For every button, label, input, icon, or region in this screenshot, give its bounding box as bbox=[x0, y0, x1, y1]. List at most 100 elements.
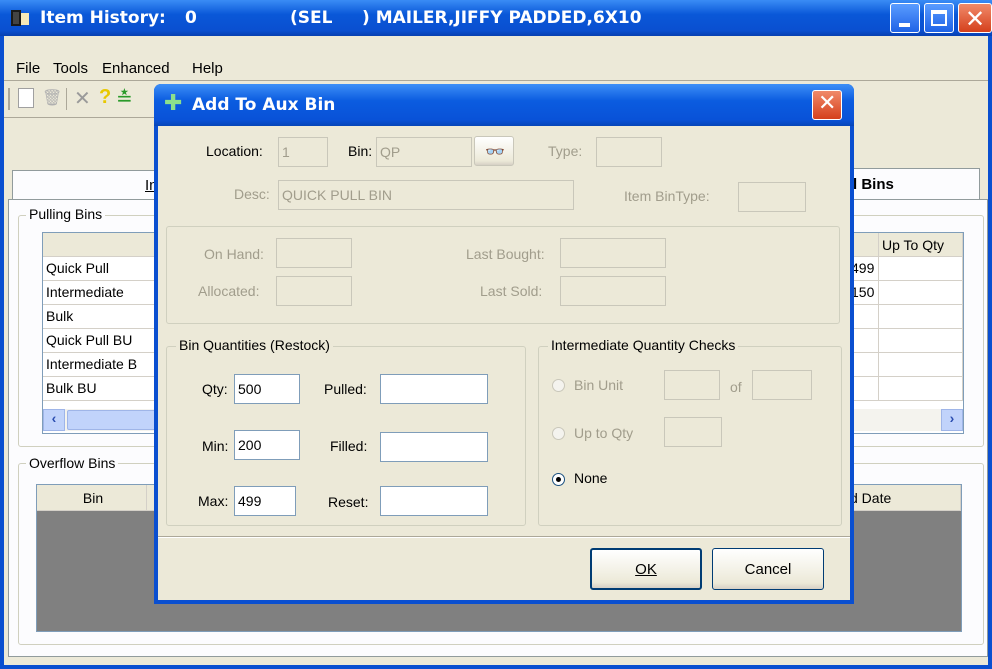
bin-unit-field[interactable] bbox=[664, 370, 720, 400]
bin-field[interactable]: QP bbox=[376, 137, 472, 167]
grid-cell bbox=[879, 353, 963, 377]
grid-cell bbox=[851, 353, 879, 377]
pulled-field[interactable] bbox=[380, 374, 488, 404]
bin-unit-of-field[interactable] bbox=[752, 370, 812, 400]
table-row[interactable]: Quick Pull bbox=[43, 257, 159, 281]
pulled-label: Pulled: bbox=[324, 381, 367, 397]
allocated-label: Allocated: bbox=[198, 283, 260, 299]
up-to-qty-header[interactable]: Up To Qty bbox=[879, 233, 963, 257]
main-title-bar: Item History: 0 (SEL ) MAILER,JIFFY PADD… bbox=[0, 0, 992, 36]
item-bin-type-field[interactable] bbox=[738, 182, 806, 212]
bin-column-header[interactable]: Bin bbox=[37, 485, 147, 511]
window-title-app: Item History: bbox=[40, 8, 166, 28]
new-document-icon[interactable] bbox=[18, 88, 34, 108]
pulling-bins-label: Pulling Bins bbox=[26, 206, 106, 222]
toolbar-separator bbox=[66, 88, 67, 110]
type-field[interactable] bbox=[596, 137, 662, 167]
overflow-bins-label: Overflow Bins bbox=[26, 455, 119, 471]
grid-cell bbox=[879, 257, 963, 281]
up-to-qty-radio[interactable] bbox=[552, 427, 565, 440]
bin-unit-radio[interactable] bbox=[552, 379, 565, 392]
window-frame-bottom bbox=[0, 665, 992, 669]
bin-search-button[interactable]: 👓 bbox=[474, 136, 514, 166]
window-frame bbox=[0, 36, 4, 669]
scroll-right-button[interactable]: › bbox=[941, 409, 963, 431]
ok-button[interactable]: OK bbox=[590, 548, 702, 590]
location-field[interactable]: 1 bbox=[278, 137, 328, 167]
bin-unit-label: Bin Unit bbox=[574, 377, 624, 393]
tree-icon[interactable]: ≛ bbox=[116, 86, 133, 111]
grid-cell bbox=[851, 377, 879, 401]
dialog-close-button[interactable]: ✕ bbox=[812, 90, 842, 120]
tab-aux-bins[interactable]: l Bins bbox=[848, 168, 980, 201]
scroll-thumb[interactable] bbox=[67, 410, 163, 430]
menu-file[interactable]: File bbox=[16, 60, 40, 77]
min-label: Min: bbox=[202, 438, 229, 454]
location-label: Location: bbox=[206, 143, 263, 159]
table-row[interactable]: Quick Pull BU bbox=[43, 329, 159, 353]
cancel-button[interactable]: Cancel bbox=[712, 548, 824, 590]
date-column-header[interactable]: d Date bbox=[847, 485, 961, 511]
qty-label: Qty: bbox=[202, 381, 228, 397]
desc-label: Desc: bbox=[234, 186, 270, 202]
last-sold-label: Last Sold: bbox=[480, 283, 543, 299]
add-icon: ✚ bbox=[164, 91, 183, 116]
filled-label: Filled: bbox=[330, 438, 368, 454]
cancel-icon[interactable]: ✕ bbox=[74, 86, 91, 110]
min-field[interactable]: 200 bbox=[234, 430, 300, 460]
grid-cell bbox=[879, 329, 963, 353]
tab-info[interactable]: In bbox=[12, 170, 162, 201]
grid-cell: 150 bbox=[851, 281, 879, 305]
window-title-item: ) MAILER,JIFFY PADDED,6X10 bbox=[362, 8, 642, 28]
grid-header-prev bbox=[851, 233, 879, 257]
max-field[interactable]: 499 bbox=[234, 486, 296, 516]
window-title-sel: (SEL bbox=[290, 8, 333, 28]
none-radio[interactable] bbox=[552, 473, 565, 486]
reset-field[interactable] bbox=[380, 486, 488, 516]
last-bought-field[interactable] bbox=[560, 238, 666, 268]
toolbar-divider bbox=[4, 117, 154, 118]
grid-cell bbox=[879, 281, 963, 305]
grid-cell: 499 bbox=[851, 257, 879, 281]
grid-cell bbox=[851, 305, 879, 329]
help-icon[interactable]: ? bbox=[99, 86, 111, 109]
table-row[interactable]: Intermediate B bbox=[43, 353, 159, 377]
minimize-icon bbox=[899, 23, 910, 27]
maximize-icon bbox=[931, 10, 947, 26]
table-row[interactable]: Intermediate bbox=[43, 281, 159, 305]
app-icon bbox=[10, 9, 32, 27]
radio-selected-dot bbox=[556, 477, 561, 482]
dialog-body: Location: 1 Bin: QP 👓 Type: Desc: QUICK … bbox=[158, 126, 850, 600]
window-title-id: 0 bbox=[185, 8, 197, 28]
intermediate-checks-label: Intermediate Quantity Checks bbox=[548, 337, 739, 353]
dialog-title: Add To Aux Bin bbox=[192, 95, 336, 115]
desc-field[interactable]: QUICK PULL BIN bbox=[278, 180, 574, 210]
menu-help[interactable]: Help bbox=[192, 60, 223, 77]
bin-label: Bin: bbox=[348, 143, 373, 159]
scroll-left-button[interactable]: ‹ bbox=[43, 409, 65, 431]
tab-aux-bins-label: l Bins bbox=[853, 176, 894, 193]
toolbar-grip bbox=[8, 88, 10, 110]
table-row[interactable]: Bulk BU bbox=[43, 377, 159, 401]
close-button[interactable]: ✕ bbox=[958, 3, 992, 33]
of-label: of bbox=[730, 379, 742, 395]
max-label: Max: bbox=[198, 493, 229, 509]
menu-tools[interactable]: Tools bbox=[53, 60, 88, 77]
menu-enhanced[interactable]: Enhanced bbox=[102, 60, 170, 77]
filled-field[interactable] bbox=[380, 432, 488, 462]
button-divider bbox=[158, 536, 850, 538]
none-label: None bbox=[574, 470, 608, 486]
binoculars-icon: 👓 bbox=[485, 144, 505, 161]
on-hand-label: On Hand: bbox=[204, 246, 264, 262]
delete-document-icon[interactable]: 🗑 bbox=[42, 88, 62, 107]
minimize-button[interactable] bbox=[890, 3, 920, 33]
last-sold-field[interactable] bbox=[560, 276, 666, 306]
maximize-button[interactable] bbox=[924, 3, 954, 33]
up-to-qty-field[interactable] bbox=[664, 417, 722, 447]
qty-field[interactable]: 500 bbox=[234, 374, 300, 404]
close-icon: ✕ bbox=[965, 5, 986, 33]
on-hand-field[interactable] bbox=[276, 238, 352, 268]
allocated-field[interactable] bbox=[276, 276, 352, 306]
stock-stats-group bbox=[166, 226, 840, 324]
table-row[interactable]: Bulk bbox=[43, 305, 159, 329]
